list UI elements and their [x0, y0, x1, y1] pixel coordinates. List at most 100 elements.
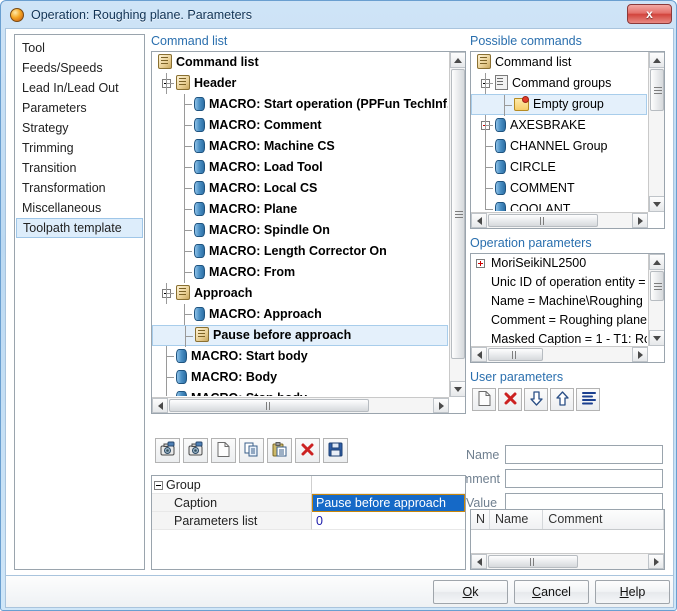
expand-plus-icon[interactable] [476, 259, 485, 268]
table-column-header-name[interactable]: Name [490, 510, 544, 529]
scroll-down-arrow[interactable] [450, 381, 465, 397]
operation-parameter-row[interactable]: Comment = Roughing plane [471, 311, 647, 330]
table-column-header-n[interactable]: N [471, 510, 490, 529]
paste-button[interactable] [267, 438, 292, 463]
command-list-node[interactable]: MACRO: Plane [152, 199, 448, 220]
sidebar-item-miscellaneous[interactable]: Miscellaneous [15, 198, 144, 218]
scroll-right-arrow[interactable] [632, 347, 648, 362]
user-parameters-table[interactable]: N Name Comment [470, 509, 665, 570]
possible-commands-hscrollbar[interactable] [471, 212, 648, 228]
command-list-node[interactable]: MACRO: Comment [152, 115, 448, 136]
command-list-node[interactable]: MACRO: Local CS [152, 178, 448, 199]
command-list-node[interactable]: MACRO: Approach [152, 304, 448, 325]
property-value[interactable]: Pause before approach [312, 494, 465, 512]
snapshot-add-button[interactable] [155, 438, 180, 463]
field-input-comment[interactable] [505, 469, 663, 488]
operation-parameter-row[interactable]: MoriSeikiNL2500 [471, 254, 647, 273]
possible-commands-node[interactable]: CHANNEL Group [471, 136, 647, 157]
possible-commands-node[interactable]: Empty group [471, 94, 647, 116]
hscroll-thumb[interactable] [169, 399, 369, 412]
operation-parameters-tree[interactable]: MoriSeikiNL2500 Unic ID of operation enti… [470, 253, 665, 363]
scroll-left-arrow[interactable] [471, 347, 487, 362]
command-list-node[interactable]: MACRO: Machine CS [152, 136, 448, 157]
command-list-tree[interactable]: Command list Header MACRO: Start operation… [151, 51, 466, 414]
scroll-right-arrow[interactable] [433, 398, 449, 413]
scroll-right-arrow[interactable] [632, 213, 648, 228]
possible-commands-tree[interactable]: Command list Command groups Empty group AXE… [470, 51, 665, 229]
ok-button[interactable]: Ok [433, 580, 508, 604]
operation-parameter-row[interactable]: Masked Caption = 1 - T1: Ro... [471, 330, 647, 345]
command-list-node[interactable]: MACRO: Start body [152, 346, 448, 367]
property-value[interactable]: 0 [312, 512, 465, 530]
command-list-node[interactable]: MACRO: Start operation (PPFun TechInf... [152, 94, 448, 115]
possible-commands-node[interactable]: CIRCLE [471, 157, 647, 178]
command-list-node[interactable]: MACRO: Body [152, 367, 448, 388]
hscroll-thumb[interactable] [488, 348, 543, 361]
sidebar-item-parameters[interactable]: Parameters [15, 98, 144, 118]
command-list-hscrollbar[interactable] [152, 397, 449, 413]
property-row[interactable]: Parameters list 0 [152, 512, 465, 530]
scroll-left-arrow[interactable] [471, 213, 487, 228]
command-list-node[interactable]: Command list [152, 52, 448, 73]
cancel-button[interactable]: Cancel [514, 580, 589, 604]
scroll-right-arrow[interactable] [648, 554, 664, 569]
scroll-up-arrow[interactable] [649, 52, 664, 68]
field-input-name[interactable] [505, 445, 663, 464]
move-down-button[interactable] [524, 388, 548, 411]
command-list-node[interactable]: MACRO: From [152, 262, 448, 283]
table-hscrollbar[interactable] [471, 553, 664, 569]
delete-button[interactable] [295, 438, 320, 463]
property-category-row[interactable]: Group [152, 476, 465, 494]
scroll-left-arrow[interactable] [152, 398, 168, 413]
operation-parameter-row[interactable]: Name = Machine\Roughing pl... [471, 292, 647, 311]
command-list-node[interactable]: MACRO: Length Corrector On [152, 241, 448, 262]
command-list-node[interactable]: MACRO: Stop body [152, 388, 448, 396]
operation-parameters-vscrollbar[interactable] [648, 254, 664, 346]
move-up-button[interactable] [550, 388, 574, 411]
edit-list-button[interactable] [576, 388, 600, 411]
sidebar-item-toolpath-template[interactable]: Toolpath template [16, 218, 143, 238]
collapse-minus-icon[interactable] [154, 481, 163, 490]
user-parameters-toolbar[interactable] [472, 388, 600, 411]
command-list-vscrollbar[interactable] [449, 52, 465, 397]
sidebar-item-transformation[interactable]: Transformation [15, 178, 144, 198]
command-list-node[interactable]: MACRO: Load Tool [152, 157, 448, 178]
new-document-button[interactable] [211, 438, 236, 463]
sidebar-item-trimming[interactable]: Trimming [15, 138, 144, 158]
possible-commands-node[interactable]: AXESBRAKE [471, 115, 647, 136]
possible-commands-node[interactable]: COOLANT [471, 199, 647, 211]
operation-parameters-hscrollbar[interactable] [471, 346, 648, 362]
delete-parameter-button[interactable] [498, 388, 522, 411]
command-list-node[interactable]: Pause before approach [152, 325, 448, 347]
hscroll-thumb[interactable] [488, 555, 578, 568]
copy-button[interactable] [239, 438, 264, 463]
command-list-node[interactable]: Header [152, 73, 448, 94]
sidebar-item-strategy[interactable]: Strategy [15, 118, 144, 138]
sidebar-item-lead-in-lead-out[interactable]: Lead In/Lead Out [15, 78, 144, 98]
command-list-node[interactable]: Approach [152, 283, 448, 304]
sidebar-item-transition[interactable]: Transition [15, 158, 144, 178]
command-list-node[interactable]: MACRO: Spindle On [152, 220, 448, 241]
scroll-thumb[interactable] [451, 69, 465, 359]
possible-commands-node[interactable]: Command groups [471, 73, 647, 94]
possible-commands-vscrollbar[interactable] [648, 52, 664, 212]
scroll-thumb[interactable] [650, 69, 664, 111]
scroll-left-arrow[interactable] [471, 554, 487, 569]
help-button[interactable]: Help [595, 580, 670, 604]
possible-commands-node[interactable]: COMMENT [471, 178, 647, 199]
command-toolbar[interactable] [155, 438, 348, 463]
property-row[interactable]: Caption Pause before approach [152, 494, 465, 512]
sidebar-item-feeds-speeds[interactable]: Feeds/Speeds [15, 58, 144, 78]
hscroll-thumb[interactable] [488, 214, 598, 227]
possible-commands-node[interactable]: Command list [471, 52, 647, 73]
snapshot-apply-button[interactable] [183, 438, 208, 463]
new-parameter-button[interactable] [472, 388, 496, 411]
table-body[interactable] [471, 530, 664, 552]
table-column-header-comment[interactable]: Comment [543, 510, 664, 529]
group-property-grid[interactable]: Group Caption Pause before approach Paramet… [151, 475, 466, 570]
scroll-down-arrow[interactable] [649, 330, 664, 346]
scroll-down-arrow[interactable] [649, 196, 664, 212]
scroll-up-arrow[interactable] [450, 52, 465, 68]
operation-parameter-row[interactable]: Unic ID of operation entity = ... [471, 273, 647, 292]
sidebar-item-tool[interactable]: Tool [15, 38, 144, 58]
